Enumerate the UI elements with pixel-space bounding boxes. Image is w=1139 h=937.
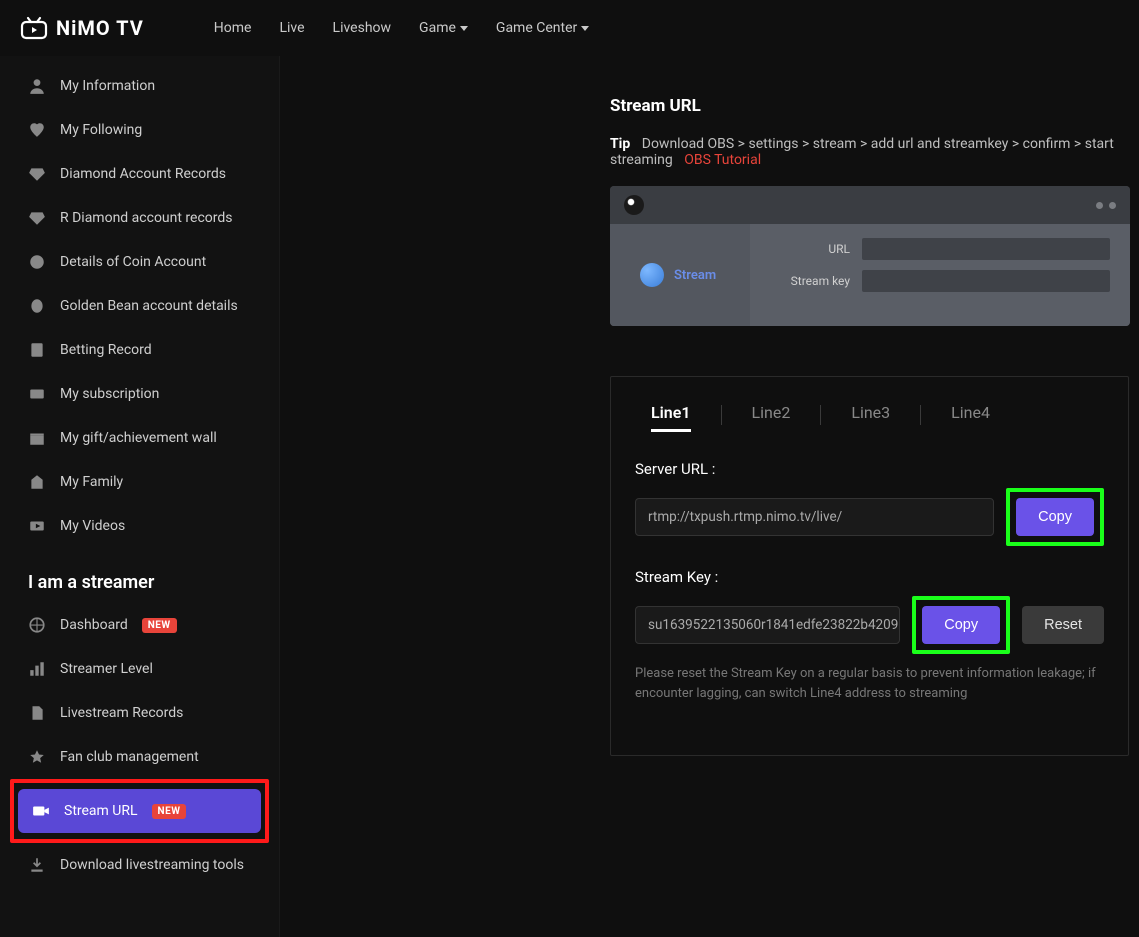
tab-line4[interactable]: Line4 — [951, 397, 990, 432]
helper-text: Please reset the Stream Key on a regular… — [635, 664, 1104, 703]
sidebar-item-diamond-account-records[interactable]: Diamond Account Records — [0, 152, 279, 196]
chevron-down-icon — [581, 26, 589, 31]
highlight-copy-key: Copy — [912, 596, 1010, 654]
sidebar-item-r-diamond-account-records[interactable]: R Diamond account records — [0, 196, 279, 240]
sidebar-item-dashboard[interactable]: Dashboard NEW — [0, 603, 279, 647]
tip-label: Tip — [610, 136, 630, 152]
topbar: NiMO TV Home Live Liveshow Game Game Center — [0, 0, 1139, 56]
logo-icon — [20, 16, 48, 40]
stream-config-panel: Line1 Line2 Line3 Line4 Server URL : rtmp:/… — [610, 376, 1129, 756]
sidebar-item-betting-record[interactable]: Betting Record — [0, 328, 279, 372]
server-url-input[interactable]: rtmp://txpush.rtmp.nimo.tv/live/ — [635, 498, 994, 536]
window-dots-icon — [1096, 202, 1116, 209]
sidebar: My InformationMy FollowingDiamond Accoun… — [0, 56, 280, 937]
tip-line: Tip Download OBS > settings > stream > a… — [610, 136, 1129, 168]
topnav-liveshow[interactable]: Liveshow — [333, 20, 392, 36]
top-nav: Home Live Liveshow Game Game Center — [214, 20, 589, 36]
clipboard-icon — [28, 341, 46, 359]
diamond-icon — [28, 209, 46, 227]
family-icon — [28, 473, 46, 491]
gift-icon — [28, 429, 46, 447]
globe-icon — [640, 263, 664, 287]
obs-tutorial-link[interactable]: OBS Tutorial — [684, 152, 761, 168]
obs-key-label: Stream key — [770, 274, 850, 288]
topnav-game[interactable]: Game — [419, 20, 468, 36]
star-icon — [28, 748, 46, 766]
bean-icon — [28, 297, 46, 315]
obs-key-input — [862, 270, 1110, 292]
globe-icon — [28, 616, 46, 634]
obs-stream-label: Stream — [674, 268, 716, 283]
new-badge: NEW — [142, 618, 177, 633]
main-content: Stream URL Tip Download OBS > settings >… — [280, 56, 1139, 937]
chevron-down-icon — [460, 26, 468, 31]
sidebar-item-fan-club-management[interactable]: Fan club management — [0, 735, 279, 779]
new-badge: NEW — [152, 804, 187, 819]
doc-icon — [28, 704, 46, 722]
sidebar-item-streamer-level[interactable]: Streamer Level — [0, 647, 279, 691]
stream-key-label: Stream Key : — [635, 568, 1104, 586]
obs-url-input — [862, 238, 1110, 260]
stream-key-input[interactable]: su1639522135060r1841edfe23822b42090bb885… — [635, 606, 900, 644]
tab-separator — [820, 405, 821, 425]
download-icon — [28, 856, 46, 874]
tab-line3[interactable]: Line3 — [851, 397, 890, 432]
line-tabs: Line1 Line2 Line3 Line4 — [635, 397, 1104, 432]
server-url-label: Server URL : — [635, 460, 1104, 478]
sidebar-item-livestream-records[interactable]: Livestream Records — [0, 691, 279, 735]
sidebar-item-details-of-coin-account[interactable]: Details of Coin Account — [0, 240, 279, 284]
brand-logo[interactable]: NiMO TV — [20, 16, 144, 40]
sidebar-item-my-videos[interactable]: My Videos — [0, 504, 279, 548]
topnav-game-center[interactable]: Game Center — [496, 20, 589, 36]
tab-line1[interactable]: Line1 — [651, 397, 691, 432]
brand-name: NiMO TV — [56, 16, 144, 40]
sidebar-item-my-gift-achievement-wall[interactable]: My gift/achievement wall — [0, 416, 279, 460]
reset-key-button[interactable]: Reset — [1022, 606, 1104, 644]
coin-icon — [28, 253, 46, 271]
sidebar-item-my-family[interactable]: My Family — [0, 460, 279, 504]
sidebar-item-golden-bean-account-details[interactable]: Golden Bean account details — [0, 284, 279, 328]
tab-line2[interactable]: Line2 — [752, 397, 791, 432]
highlight-copy-url: Copy — [1006, 488, 1104, 546]
sidebar-item-my-following[interactable]: My Following — [0, 108, 279, 152]
sidebar-section-title: I am a streamer — [0, 548, 279, 603]
tab-separator — [721, 405, 722, 425]
topnav-home[interactable]: Home — [214, 20, 252, 36]
bars-icon — [28, 660, 46, 678]
card-icon — [28, 385, 46, 403]
tab-separator — [920, 405, 921, 425]
copy-url-button[interactable]: Copy — [1016, 498, 1094, 536]
copy-key-button[interactable]: Copy — [922, 606, 1000, 644]
obs-url-label: URL — [770, 242, 850, 256]
obs-logo-icon — [624, 195, 644, 215]
heart-icon — [28, 121, 46, 139]
camera-icon — [32, 802, 50, 820]
topnav-live[interactable]: Live — [279, 20, 304, 36]
page-title: Stream URL — [610, 96, 1129, 116]
user-icon — [28, 77, 46, 95]
sidebar-item-download-livestreaming-tools[interactable]: Download livestreaming tools — [0, 843, 279, 887]
diamond-icon — [28, 165, 46, 183]
sidebar-item-stream-url[interactable]: Stream URL NEW — [18, 789, 261, 833]
highlight-stream-url: Stream URL NEW — [10, 779, 269, 843]
video-icon — [28, 517, 46, 535]
obs-preview-image: Stream URL Stream key — [610, 186, 1130, 326]
sidebar-item-my-information[interactable]: My Information — [0, 64, 279, 108]
sidebar-item-my-subscription[interactable]: My subscription — [0, 372, 279, 416]
